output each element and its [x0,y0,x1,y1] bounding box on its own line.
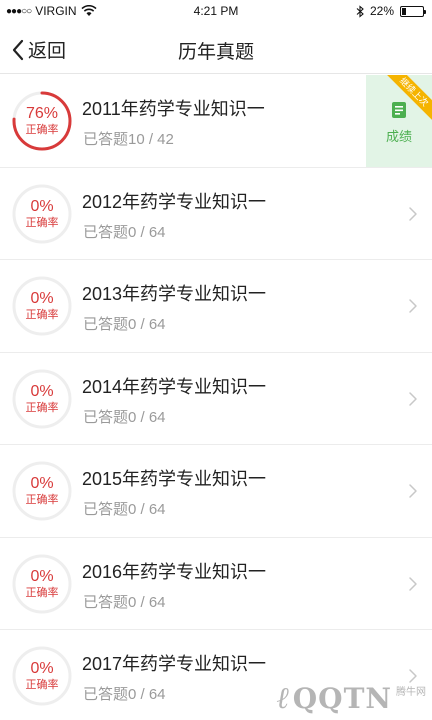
chevron-right-icon [409,576,417,591]
accuracy-value: 0% [30,197,54,215]
exam-list-item-5[interactable]: 0% 正确率 2015年药学专业知识一 已答题0 / 64 [0,445,432,538]
accuracy-text: 0% 正确率 [11,275,73,337]
exam-list-item-2[interactable]: 0% 正确率 2012年药学专业知识一 已答题0 / 64 [0,167,432,260]
answered-count: 已答题0 / 64 [83,316,166,333]
accuracy-ring: 0% 正确率 [11,183,73,245]
chevron-right-icon [409,484,417,498]
battery-icon [400,5,426,17]
exam-title: 2016年药学专业知识一 [82,561,267,582]
watermark-logo: QQTN [292,682,392,715]
accuracy-text: 0% 正确率 [11,460,73,522]
answered-count: 已答题0 / 64 [83,223,166,241]
accuracy-value: 0% [30,567,54,585]
answered-count: 已答题0 / 64 [83,408,166,426]
report-icon [392,102,406,118]
accuracy-label: 正确率 [25,586,59,599]
watermark-caption: 腾牛网 [396,687,426,698]
accuracy-ring: 0% 正确率 [11,460,73,522]
answered-count: 已答题0 / 64 [83,686,166,703]
answered-count: 已答题10 / 42 [83,131,174,148]
back-label: 返回 [28,41,67,62]
accuracy-ring: 0% 正确率 [11,645,73,707]
answered-count: 已答题0 / 64 [83,593,166,611]
chevron-right-icon [409,391,417,406]
watermark: ℓ QQTN 腾牛网 [276,681,426,716]
exam-list: 76% 正确率 2011年药学专业知识一 已答题10 / 42 0% 正确率 2… [0,75,432,720]
score-label: 成绩 [385,129,412,144]
battery-level [402,7,407,15]
accuracy-label: 正确率 [25,679,59,691]
accuracy-value: 0% [30,290,54,307]
chevron-right-icon [409,299,417,313]
accuracy-label: 正确率 [25,401,59,414]
exam-title: 2011年药学专业知识一 [82,99,265,119]
accuracy-label: 正确率 [25,309,59,321]
score-button[interactable]: 继续上次 成绩 [366,75,432,167]
exam-title: 2013年药学专业知识一 [82,284,267,304]
accuracy-value: 0% [30,660,54,677]
accuracy-value: 0% [30,475,54,492]
exam-title: 2017年药学专业知识一 [82,654,267,674]
accuracy-ring: 0% 正确率 [11,275,73,337]
exam-title: 2015年药学专业知识一 [82,469,267,489]
exam-list-item-6[interactable]: 0% 正确率 2016年药学专业知识一 已答题0 / 64 [0,537,432,630]
accuracy-label: 正确率 [25,124,59,136]
status-right: 22% [356,4,426,18]
accuracy-text: 0% 正确率 [11,645,73,707]
accuracy-text: 76% 正确率 [11,90,73,152]
exam-list-item-4[interactable]: 0% 正确率 2014年药学专业知识一 已答题0 / 64 [0,352,432,445]
accuracy-text: 0% 正确率 [11,183,73,245]
chevron-left-icon [12,39,24,60]
accuracy-value: 0% [30,382,54,400]
back-button[interactable]: 返回 [10,36,66,63]
accuracy-ring: 76% 正确率 [11,90,73,152]
status-bar: ●●●○○ VIRGIN 4:21 PM 22% [0,0,432,24]
exam-title: 2012年药学专业知识一 [82,191,267,212]
exam-list-item-3[interactable]: 0% 正确率 2013年药学专业知识一 已答题0 / 64 [0,260,432,353]
accuracy-value: 76% [25,105,59,122]
navigation-bar: 返回 历年真题 [0,24,432,74]
accuracy-ring: 0% 正确率 [11,368,73,430]
accuracy-label: 正确率 [25,494,59,506]
bluetooth-icon [356,4,364,18]
answered-count: 已答题0 / 64 [83,501,166,518]
watermark-mark: ℓ [276,681,289,716]
chevron-right-icon [409,206,417,221]
exam-title: 2014年药学专业知识一 [82,376,267,397]
accuracy-label: 正确率 [25,216,59,229]
battery-percentage: 22% [369,4,394,18]
accuracy-text: 0% 正确率 [11,368,73,430]
accuracy-ring: 0% 正确率 [11,553,73,615]
accuracy-text: 0% 正确率 [11,553,73,615]
